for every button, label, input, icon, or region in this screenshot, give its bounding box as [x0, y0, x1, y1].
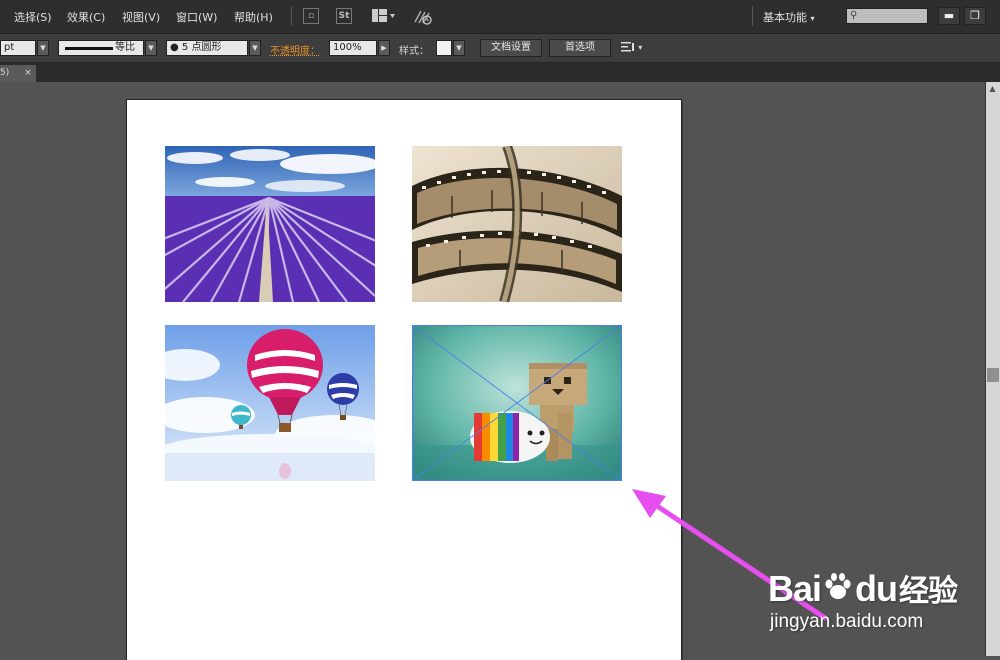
stroke-profile-dropdown[interactable]: ▼ [145, 40, 157, 56]
opacity-dropdown[interactable]: ▶ [378, 40, 390, 56]
watermark-brand-cn: 经验 [899, 575, 958, 608]
scroll-up-icon[interactable]: ▲ [986, 84, 999, 96]
watermark-url: jingyan.baidu.com [770, 611, 924, 632]
opacity-input[interactable]: 100% [329, 40, 377, 56]
danbo-figure-photo[interactable] [412, 325, 622, 481]
style-label: 样式： [399, 46, 429, 57]
opacity-value: 100% [333, 42, 362, 53]
scrollbar-thumb[interactable] [987, 368, 999, 382]
menu-effect[interactable]: 效果(C) [67, 9, 105, 25]
film-strip-photo[interactable] [412, 146, 622, 302]
lavender-field-photo[interactable] [165, 146, 375, 302]
graphic-style-dropdown[interactable]: ▼ [453, 40, 465, 56]
watermark-brand-left: Bai [768, 568, 822, 609]
arrange-documents-icon[interactable] [372, 9, 396, 23]
artboard[interactable] [127, 100, 681, 660]
baidu-watermark-logo: Bai du经验 [768, 566, 958, 610]
stock-icon[interactable]: St [336, 8, 352, 24]
vertical-scrollbar[interactable]: ▲ [985, 82, 1000, 656]
gpu-performance-icon[interactable] [413, 8, 433, 26]
paw-icon [825, 573, 851, 599]
brush-dropdown[interactable]: ▼ [249, 40, 261, 56]
watermark-brand-right: du [855, 568, 898, 609]
search-input[interactable]: ⚲ [846, 8, 928, 24]
document-tab-label: 5) [0, 68, 10, 78]
minimize-icon: ▬ [943, 9, 955, 22]
minimize-button[interactable]: ▬ [938, 7, 960, 25]
panel-menu-icon[interactable]: ▾ [621, 41, 651, 55]
menu-bar: 选择(S) 效果(C) 视图(V) 窗口(W) 帮助(H) ▫ St 基本功能 … [0, 0, 1000, 34]
menu-help[interactable]: 帮助(H) [234, 9, 273, 25]
menu-select[interactable]: 选择(S) [14, 9, 52, 25]
restore-icon: ❐ [970, 9, 980, 22]
restore-button[interactable]: ❐ [964, 7, 986, 25]
graphic-style-swatch[interactable] [436, 40, 452, 56]
chevron-down-icon: ▾ [810, 14, 815, 23]
document-tab[interactable]: 5) × [0, 65, 36, 82]
menu-separator [752, 6, 753, 26]
bridge-icon[interactable]: ▫ [303, 8, 319, 24]
menu-separator [291, 6, 292, 26]
document-tab-strip: 5) × [0, 63, 1000, 82]
close-tab-icon[interactable]: × [24, 68, 32, 78]
hot-air-balloons-photo[interactable] [165, 325, 375, 481]
stroke-profile-label: 等比 [115, 42, 135, 53]
stroke-weight-dropdown[interactable]: ▼ [37, 40, 49, 56]
menu-window[interactable]: 窗口(W) [176, 9, 217, 25]
workspace-label: 基本功能 [763, 11, 807, 24]
stroke-profile-line [65, 47, 113, 50]
stroke-unit: pt [4, 42, 15, 53]
document-setup-button[interactable]: 文档设置 [480, 39, 542, 57]
panel-menu-chevron-icon: ▾ [638, 43, 643, 52]
stock-icon-label: St [338, 11, 350, 21]
workspace-switcher[interactable]: 基本功能 ▾ [763, 9, 815, 25]
search-icon: ⚲ [850, 10, 858, 21]
brush-label: ● 5 点圆形 [170, 42, 222, 53]
control-bar: pt ▼ 等比 ▼ ● 5 点圆形 ▼ 不透明度： 100% ▶ 样式： ▼ 文… [0, 34, 1000, 63]
preferences-button[interactable]: 首选项 [549, 39, 611, 57]
stroke-weight-field[interactable]: pt [0, 40, 36, 56]
opacity-label[interactable]: 不透明度： [270, 42, 320, 57]
variable-width-profile[interactable]: 等比 [58, 40, 144, 56]
menu-view[interactable]: 视图(V) [122, 9, 160, 25]
brush-definition[interactable]: ● 5 点圆形 [166, 40, 248, 56]
